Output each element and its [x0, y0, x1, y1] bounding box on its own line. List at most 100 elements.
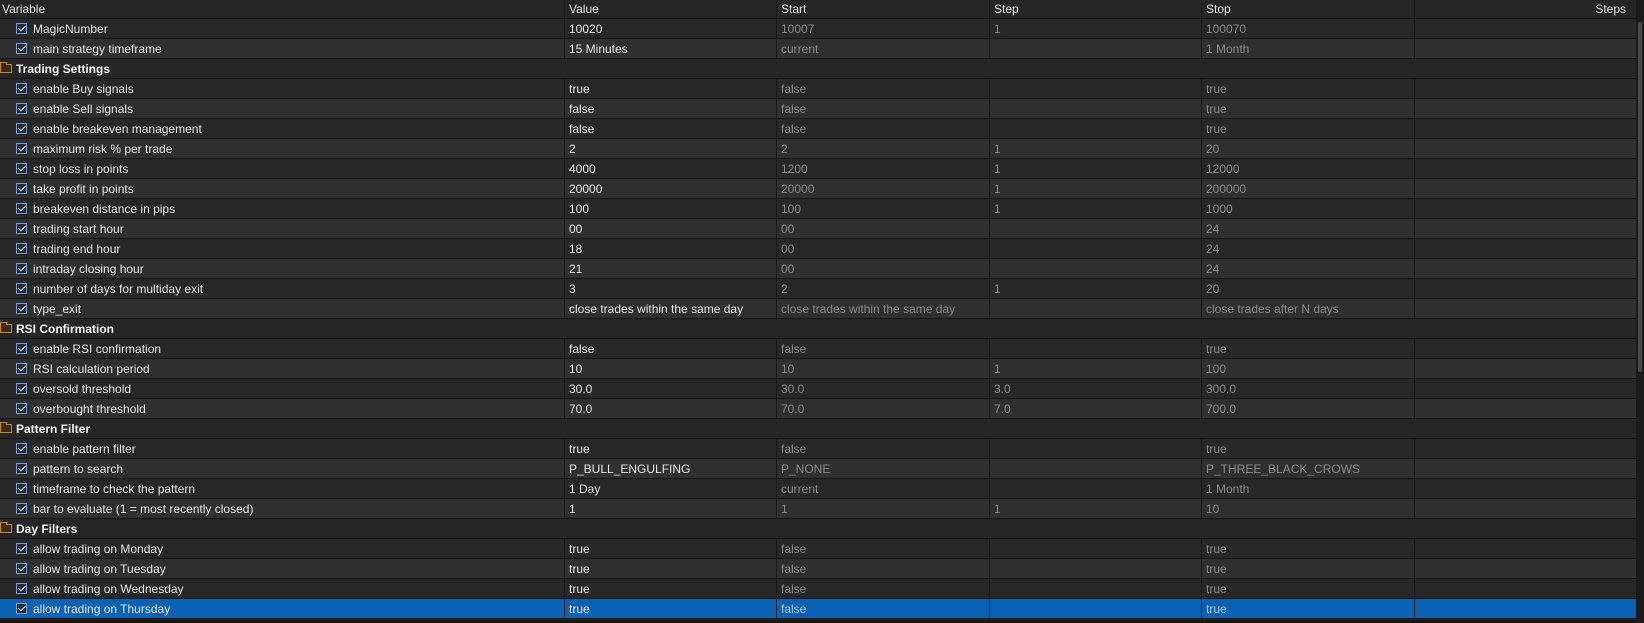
step-cell[interactable]: [990, 539, 1202, 558]
parameter-row[interactable]: trading start hour 00 00 24: [0, 219, 1636, 239]
parameter-row[interactable]: MagicNumber 10020 10007 1 100070: [0, 19, 1636, 39]
value-cell[interactable]: 10: [565, 359, 777, 378]
optimize-checkbox[interactable]: [16, 443, 27, 454]
optimize-checkbox[interactable]: [16, 243, 27, 254]
value-cell[interactable]: 70.0: [565, 399, 777, 418]
optimize-checkbox[interactable]: [16, 283, 27, 294]
value-cell[interactable]: false: [565, 119, 777, 138]
stop-cell[interactable]: true: [1202, 119, 1415, 138]
optimize-checkbox[interactable]: [16, 143, 27, 154]
optimize-checkbox[interactable]: [16, 23, 27, 34]
stop-cell[interactable]: 100: [1202, 359, 1415, 378]
steps-cell[interactable]: [1415, 99, 1636, 118]
steps-cell[interactable]: [1415, 259, 1636, 278]
stop-cell[interactable]: true: [1202, 439, 1415, 458]
value-cell[interactable]: false: [565, 99, 777, 118]
step-cell[interactable]: 1: [990, 179, 1202, 198]
optimize-checkbox[interactable]: [16, 403, 27, 414]
value-cell[interactable]: 2: [565, 139, 777, 158]
optimize-checkbox[interactable]: [16, 343, 27, 354]
stop-cell[interactable]: true: [1202, 99, 1415, 118]
group-row[interactable]: Pattern Filter: [0, 419, 1636, 439]
group-row[interactable]: RSI Confirmation: [0, 319, 1636, 339]
optimize-checkbox[interactable]: [16, 163, 27, 174]
step-cell[interactable]: [990, 259, 1202, 278]
parameter-row[interactable]: maximum risk % per trade 2 2 1 20: [0, 139, 1636, 159]
optimize-checkbox[interactable]: [16, 583, 27, 594]
steps-cell[interactable]: [1415, 339, 1636, 358]
steps-cell[interactable]: [1415, 179, 1636, 198]
stop-cell[interactable]: true: [1202, 539, 1415, 558]
steps-cell[interactable]: [1415, 559, 1636, 578]
column-header-variable[interactable]: Variable: [0, 0, 565, 18]
steps-cell[interactable]: [1415, 439, 1636, 458]
step-cell[interactable]: 1: [990, 199, 1202, 218]
value-cell[interactable]: 30.0: [565, 379, 777, 398]
start-cell[interactable]: false: [777, 599, 990, 618]
optimize-checkbox[interactable]: [16, 383, 27, 394]
stop-cell[interactable]: 24: [1202, 219, 1415, 238]
stop-cell[interactable]: 20: [1202, 279, 1415, 298]
start-cell[interactable]: 30.0: [777, 379, 990, 398]
start-cell[interactable]: 10: [777, 359, 990, 378]
column-header-start[interactable]: Start: [777, 0, 990, 18]
steps-cell[interactable]: [1415, 459, 1636, 478]
parameter-row[interactable]: stop loss in points 4000 1200 1 12000: [0, 159, 1636, 179]
start-cell[interactable]: close trades within the same day: [777, 299, 990, 318]
start-cell[interactable]: 10007: [777, 19, 990, 38]
stop-cell[interactable]: 1 Month: [1202, 479, 1415, 498]
start-cell[interactable]: 00: [777, 219, 990, 238]
stop-cell[interactable]: 10: [1202, 499, 1415, 518]
steps-cell[interactable]: [1415, 379, 1636, 398]
parameter-row[interactable]: enable breakeven management false false tru…: [0, 119, 1636, 139]
value-cell[interactable]: P_BULL_ENGULFING: [565, 459, 777, 478]
value-cell[interactable]: 1: [565, 499, 777, 518]
step-cell[interactable]: [990, 559, 1202, 578]
value-cell[interactable]: 21: [565, 259, 777, 278]
value-cell[interactable]: close trades within the same day: [565, 299, 777, 318]
parameter-row[interactable]: bar to evaluate (1 = most recently close…: [0, 499, 1636, 519]
value-cell[interactable]: 1 Day: [565, 479, 777, 498]
steps-cell[interactable]: [1415, 19, 1636, 38]
start-cell[interactable]: false: [777, 79, 990, 98]
step-cell[interactable]: 7.0: [990, 399, 1202, 418]
value-cell[interactable]: 20000: [565, 179, 777, 198]
optimize-checkbox[interactable]: [16, 543, 27, 554]
stop-cell[interactable]: true: [1202, 599, 1415, 618]
value-cell[interactable]: 4000: [565, 159, 777, 178]
start-cell[interactable]: 00: [777, 239, 990, 258]
stop-cell[interactable]: 700.0: [1202, 399, 1415, 418]
step-cell[interactable]: 1: [990, 19, 1202, 38]
start-cell[interactable]: 1: [777, 499, 990, 518]
value-cell[interactable]: true: [565, 439, 777, 458]
step-cell[interactable]: [990, 239, 1202, 258]
steps-cell[interactable]: [1415, 539, 1636, 558]
group-row[interactable]: Trading Settings: [0, 59, 1636, 79]
parameter-row[interactable]: oversold threshold 30.0 30.0 3.0 300.0: [0, 379, 1636, 399]
value-cell[interactable]: 15 Minutes: [565, 39, 777, 58]
optimize-checkbox[interactable]: [16, 203, 27, 214]
value-cell[interactable]: false: [565, 339, 777, 358]
value-cell[interactable]: 100: [565, 199, 777, 218]
start-cell[interactable]: false: [777, 539, 990, 558]
steps-cell[interactable]: [1415, 599, 1636, 618]
group-row[interactable]: Day Filters: [0, 519, 1636, 539]
step-cell[interactable]: [990, 79, 1202, 98]
step-cell[interactable]: [990, 99, 1202, 118]
step-cell[interactable]: 3.0: [990, 379, 1202, 398]
start-cell[interactable]: false: [777, 99, 990, 118]
optimize-checkbox[interactable]: [16, 183, 27, 194]
step-cell[interactable]: [990, 459, 1202, 478]
parameter-row[interactable]: intraday closing hour 21 00 24: [0, 259, 1636, 279]
parameter-row[interactable]: allow trading on Thursday true false true: [0, 599, 1636, 619]
parameter-row[interactable]: take profit in points 20000 20000 1 200000: [0, 179, 1636, 199]
value-cell[interactable]: true: [565, 539, 777, 558]
steps-cell[interactable]: [1415, 79, 1636, 98]
parameter-row[interactable]: number of days for multiday exit 3 2 1 20: [0, 279, 1636, 299]
stop-cell[interactable]: true: [1202, 559, 1415, 578]
steps-cell[interactable]: [1415, 579, 1636, 598]
start-cell[interactable]: false: [777, 439, 990, 458]
start-cell[interactable]: false: [777, 579, 990, 598]
step-cell[interactable]: 1: [990, 139, 1202, 158]
steps-cell[interactable]: [1415, 359, 1636, 378]
